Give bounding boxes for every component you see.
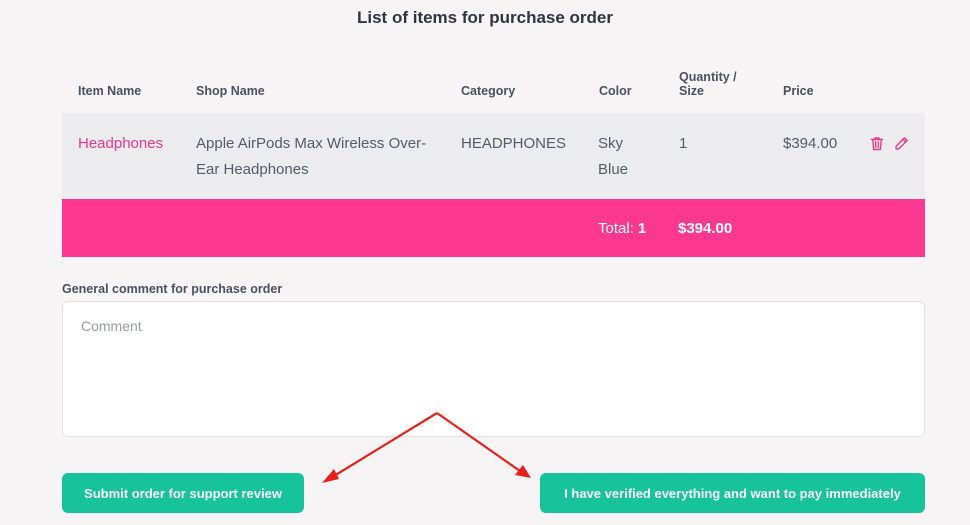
total-count: 1 — [637, 220, 647, 237]
total-label: Total: — [598, 220, 634, 237]
color-line1: Sky — [598, 135, 624, 152]
total-label-group: Total: 1 — [598, 220, 646, 237]
total-price: $394.00 — [678, 220, 733, 237]
arrowhead-submit — [322, 469, 339, 483]
trash-icon[interactable] — [869, 135, 885, 151]
purchase-order-page: List of items for purchase order Item Na… — [0, 0, 970, 525]
header-quantity-size: Quantity / Size — [679, 70, 737, 98]
quantity-cell: 1 — [679, 135, 688, 152]
header-item-name: Item Name — [78, 84, 142, 98]
pencil-icon[interactable] — [893, 135, 909, 151]
price-cell: $394.00 — [783, 135, 838, 152]
header-price: Price — [783, 84, 814, 98]
table-header: Item Name Shop Name Category Color Quant… — [62, 58, 925, 113]
header-quantity-line1: Quantity / — [679, 70, 737, 84]
verify-and-pay-button[interactable]: I have verified everything and want to p… — [540, 473, 925, 513]
submit-for-review-button[interactable]: Submit order for support review — [62, 473, 304, 513]
header-quantity-line2: Size — [679, 84, 705, 98]
table-row: Headphones Apple AirPods Max Wireless Ov… — [62, 113, 925, 199]
shop-name-line1: Apple AirPods Max Wireless Over- — [196, 135, 427, 152]
category-cell: HEADPHONES — [461, 135, 567, 152]
header-color: Color — [599, 84, 632, 98]
item-name-link[interactable]: Headphones — [78, 131, 163, 157]
total-bar: Total: 1 $394.00 — [62, 199, 925, 257]
header-category: Category — [461, 84, 516, 98]
comment-input[interactable] — [62, 301, 925, 437]
color-cell: Sky Blue — [598, 131, 628, 183]
shop-name-line2: Ear Headphones — [196, 161, 309, 178]
shop-name-cell: Apple AirPods Max Wireless Over- Ear Hea… — [196, 131, 426, 183]
comment-label: General comment for purchase order — [62, 282, 283, 296]
arrowhead-pay — [515, 465, 531, 478]
page-title: List of items for purchase order — [357, 8, 613, 27]
color-line2: Blue — [598, 161, 629, 178]
header-shop-name: Shop Name — [196, 84, 265, 98]
